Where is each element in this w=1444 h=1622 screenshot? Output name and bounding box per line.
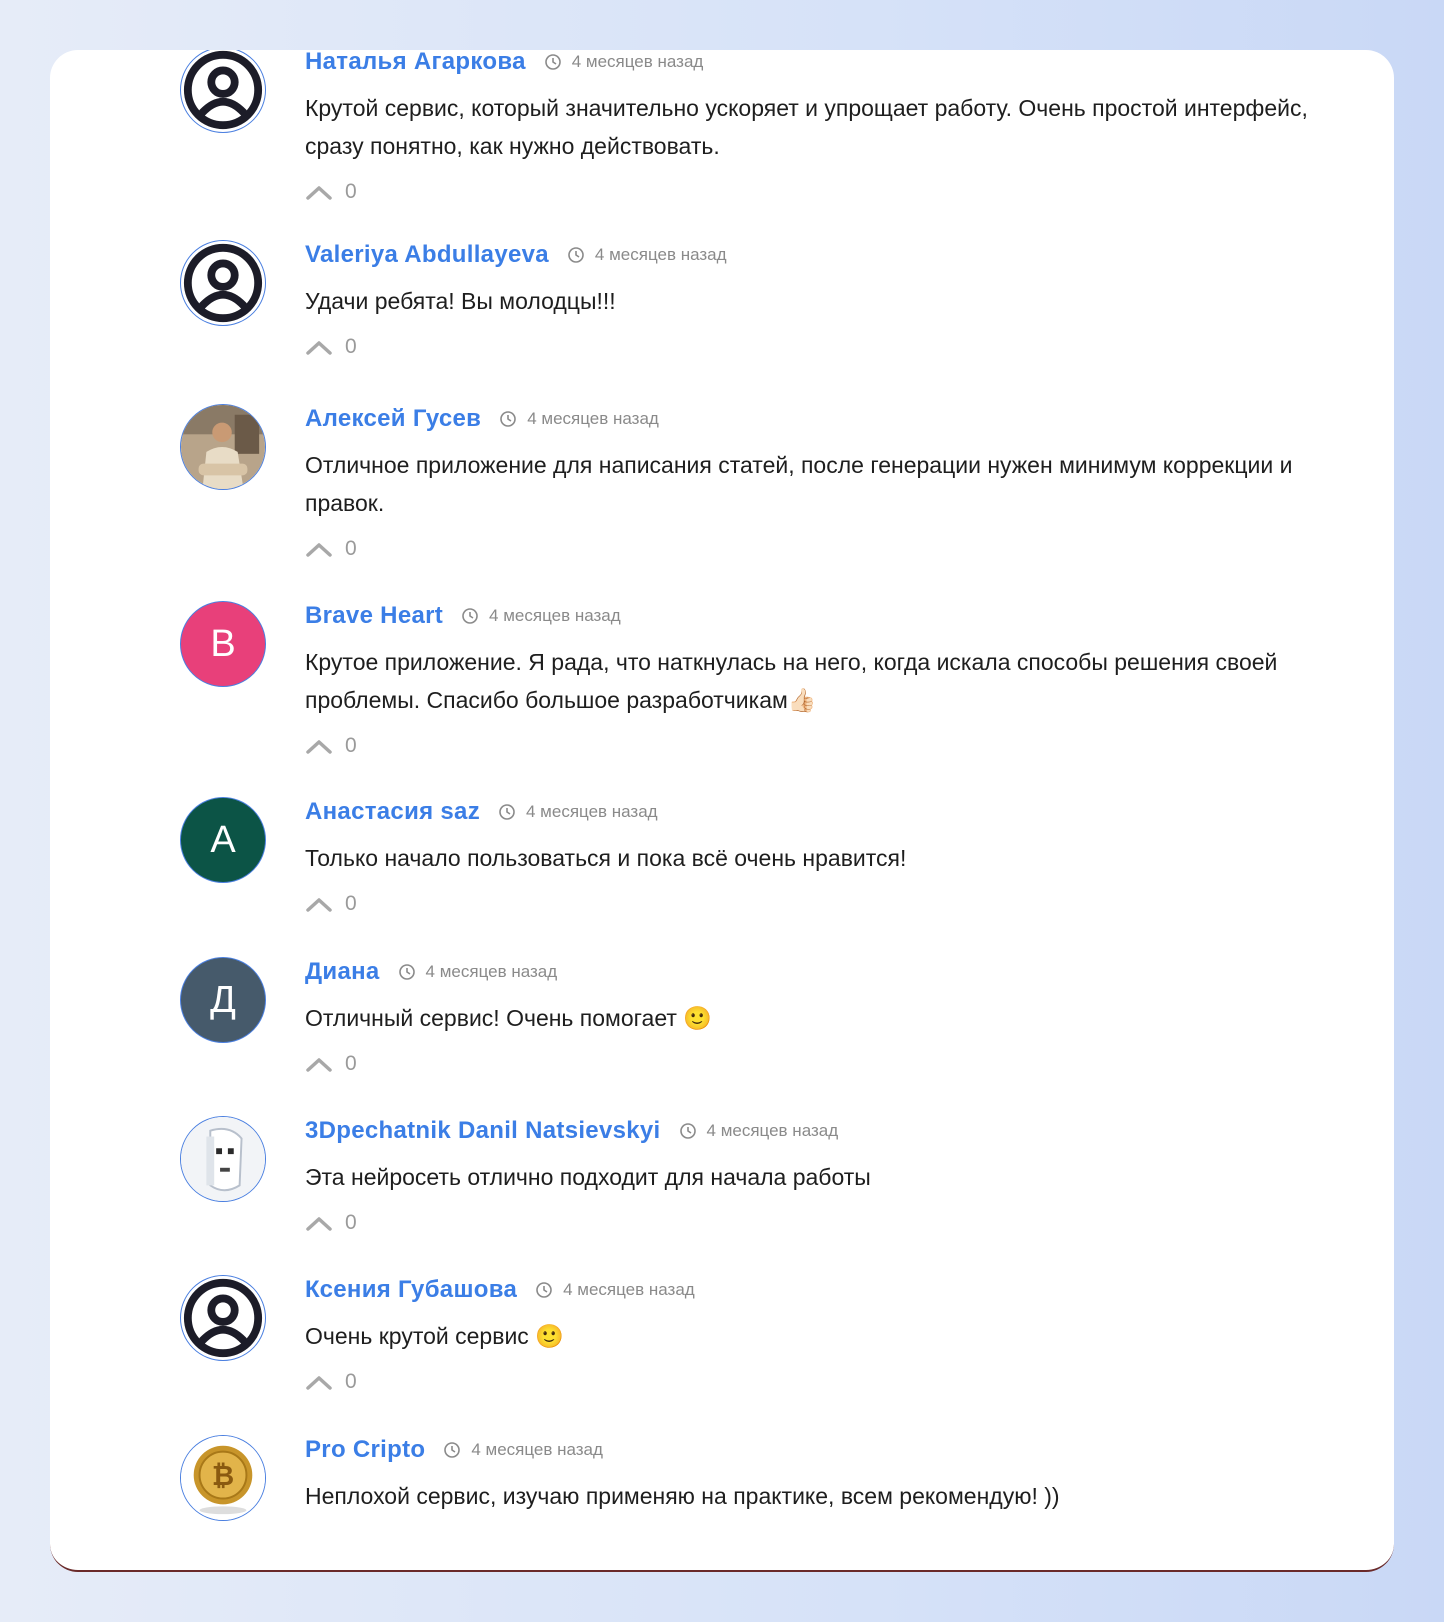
- clock-icon: [535, 1281, 553, 1299]
- user-icon: [183, 1278, 263, 1358]
- user-icon: [183, 50, 263, 130]
- person-photo: [181, 405, 265, 489]
- avatar[interactable]: Д: [180, 957, 266, 1043]
- comment-text: Эта нейросеть отлично подходит для начал…: [305, 1164, 871, 1190]
- upvote-icon[interactable]: [305, 1055, 333, 1073]
- vote-block: 0: [305, 1208, 357, 1238]
- comment-text: Крутой сервис, который значительно ускор…: [305, 95, 1308, 159]
- avatar-letter: Д: [210, 978, 236, 1021]
- comment-text: Крутое приложение. Я рада, что наткнулас…: [305, 649, 1278, 713]
- avatar[interactable]: [180, 240, 266, 326]
- author-name[interactable]: Pro Cripto: [305, 1436, 425, 1464]
- clock-icon: [443, 1441, 461, 1459]
- vote-block: 0: [305, 177, 357, 207]
- author-name[interactable]: Наталья Агаркова: [305, 50, 526, 76]
- avatar[interactable]: [180, 404, 266, 490]
- upvote-icon[interactable]: [305, 737, 333, 755]
- vote-count: 0: [345, 537, 357, 560]
- avatar[interactable]: ₿: [180, 1435, 266, 1521]
- clock-icon: [398, 963, 416, 981]
- upvote-icon[interactable]: [305, 1373, 333, 1391]
- vote-block: 0: [305, 1049, 357, 1079]
- clock-icon: [567, 246, 585, 264]
- comment-text: Очень крутой сервис 🙂: [305, 1323, 564, 1349]
- avatar[interactable]: [180, 1116, 266, 1202]
- upvote-icon[interactable]: [305, 338, 333, 356]
- author-name[interactable]: 3Dpechatnik Danil Natsievskyi: [305, 1117, 661, 1145]
- avatar-letter: A: [210, 818, 236, 861]
- comment-text: Отличное приложение для написания статей…: [305, 452, 1293, 516]
- comment-text: Удачи ребята! Вы молодцы!!!: [305, 288, 616, 314]
- comment-time[interactable]: 4 месяцев назад: [489, 606, 621, 626]
- avatar-letter: B: [210, 622, 236, 665]
- comment-time[interactable]: 4 месяцев назад: [572, 52, 704, 72]
- vote-count: 0: [345, 1052, 357, 1075]
- comment-time[interactable]: 4 месяцев назад: [595, 245, 727, 265]
- clock-icon: [679, 1122, 697, 1140]
- upvote-icon[interactable]: [305, 895, 333, 913]
- vote-block: 0: [305, 534, 357, 564]
- comment-time[interactable]: 4 месяцев назад: [471, 1440, 603, 1460]
- author-name[interactable]: Ксения Губашова: [305, 1276, 517, 1304]
- avatar[interactable]: [180, 1275, 266, 1361]
- author-name[interactable]: Анастасия saz: [305, 798, 480, 826]
- clock-icon: [498, 803, 516, 821]
- upvote-icon[interactable]: [305, 183, 333, 201]
- author-name[interactable]: Алексей Гусев: [305, 405, 481, 433]
- vote-block: 0: [305, 332, 357, 362]
- vote-block: 0: [305, 889, 357, 919]
- comment-time[interactable]: 4 месяцев назад: [426, 962, 558, 982]
- comment-time[interactable]: 4 месяцев назад: [526, 802, 658, 822]
- comment-text: Неплохой сервис, изучаю применяю на прак…: [305, 1483, 1060, 1509]
- vote-count: 0: [345, 1211, 357, 1234]
- author-name[interactable]: Valeriya Abdullayeva: [305, 241, 549, 269]
- author-name[interactable]: Brave Heart: [305, 602, 443, 630]
- avatar[interactable]: [180, 50, 266, 133]
- vote-count: 0: [345, 892, 357, 915]
- vote-block: 0: [305, 731, 357, 761]
- comment-time[interactable]: 4 месяцев назад: [707, 1121, 839, 1141]
- clock-icon: [499, 410, 517, 428]
- clock-icon: [544, 53, 562, 71]
- avatar[interactable]: B: [180, 601, 266, 687]
- vote-count: 0: [345, 734, 357, 757]
- bitcoin-coin-photo: ₿: [181, 1436, 265, 1520]
- author-name[interactable]: Диана: [305, 958, 380, 986]
- vote-block: 0: [305, 1367, 357, 1397]
- upvote-icon[interactable]: [305, 540, 333, 558]
- clock-icon: [461, 607, 479, 625]
- comment-time[interactable]: 4 месяцев назад: [563, 1280, 695, 1300]
- comment-text: Отличный сервис! Очень помогает 🙂: [305, 1005, 712, 1031]
- upvote-icon[interactable]: [305, 1214, 333, 1232]
- user-icon: [183, 243, 263, 323]
- 3d-printed-mask-photo: [181, 1117, 265, 1201]
- vote-count: 0: [345, 335, 357, 358]
- comments-card: Наталья Агаркова 4 месяцев назад Крутой …: [50, 50, 1394, 1572]
- comment-time[interactable]: 4 месяцев назад: [527, 409, 659, 429]
- vote-count: 0: [345, 180, 357, 203]
- comment-text: Только начало пользоваться и пока всё оч…: [305, 845, 907, 871]
- vote-count: 0: [345, 1370, 357, 1393]
- avatar[interactable]: A: [180, 797, 266, 883]
- svg-text:₿: ₿: [212, 1461, 234, 1492]
